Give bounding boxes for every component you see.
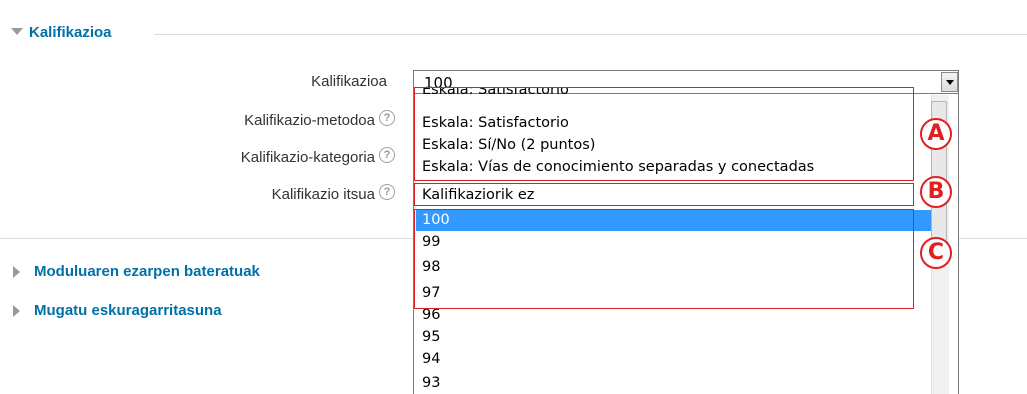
- grade-label: Kalifikazioa: [311, 73, 387, 90]
- annotation-box-b: [414, 183, 914, 206]
- dropdown-option[interactable]: 94: [416, 349, 931, 370]
- section-title[interactable]: Kalifikazioa: [29, 24, 112, 41]
- section-common-module-settings[interactable]: Moduluaren ezarpen bateratuak: [34, 263, 260, 280]
- dropdown-arrow-icon[interactable]: [941, 72, 958, 92]
- grade-to-pass-label: Kalifikazio itsua: [271, 186, 375, 203]
- annotation-box-a: [414, 87, 914, 181]
- expand-chevron-icon[interactable]: [13, 305, 20, 317]
- annotation-label-c: C: [920, 237, 952, 269]
- annotation-box-c: [414, 209, 914, 309]
- section-restrict-access[interactable]: Mugatu eskuragarritasuna: [34, 302, 222, 319]
- section-divider: [154, 34, 1027, 35]
- dropdown-option[interactable]: 95: [416, 327, 931, 348]
- grade-category-label: Kalifikazio-kategoria: [240, 149, 375, 166]
- help-icon[interactable]: ?: [379, 110, 395, 126]
- grade-method-label: Kalifikazio-metodoa: [244, 112, 375, 129]
- dropdown-option[interactable]: 93: [416, 373, 931, 394]
- collapse-toggle-icon[interactable]: [11, 28, 23, 35]
- help-icon[interactable]: ?: [379, 147, 395, 163]
- help-icon[interactable]: ?: [379, 184, 395, 200]
- expand-chevron-icon[interactable]: [13, 266, 20, 278]
- annotation-label-b: B: [920, 176, 952, 208]
- annotation-label-a: A: [920, 118, 952, 150]
